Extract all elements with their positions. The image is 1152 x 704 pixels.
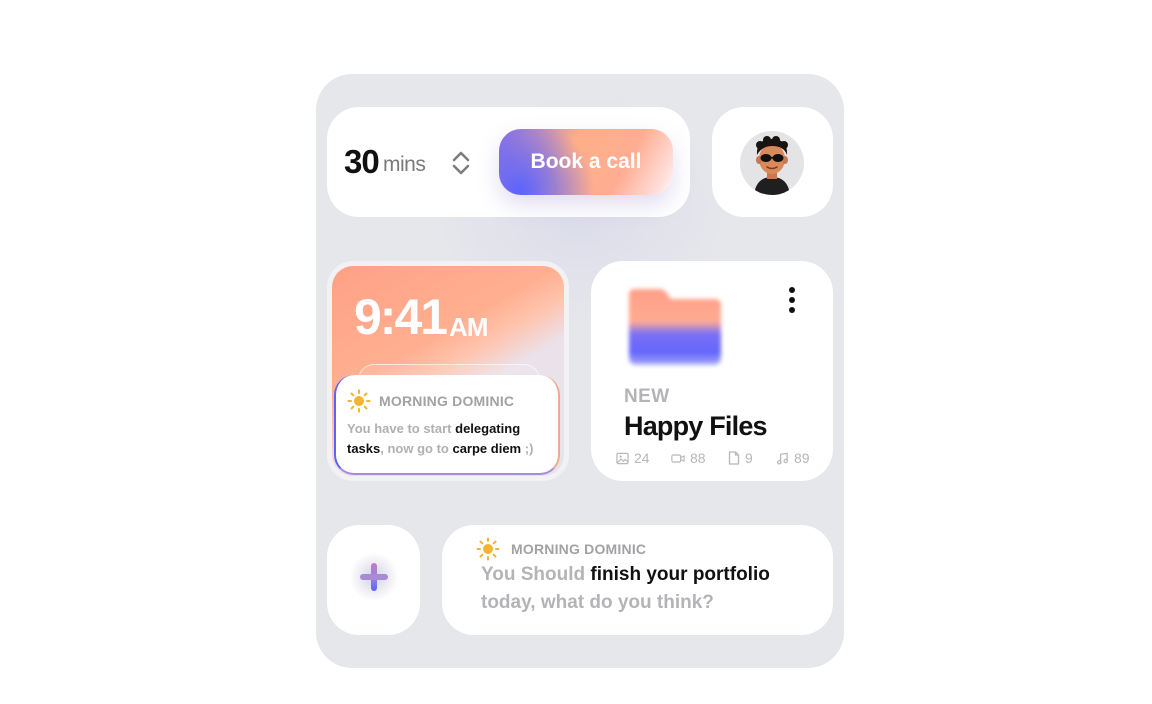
document-icon <box>728 451 740 465</box>
duration-value: 30 <box>344 143 380 180</box>
clock-widget: 9:41 AM MORNING DOMINIC You have to star… <box>327 261 569 481</box>
suggestion-title: MORNING DOMINIC <box>511 541 647 557</box>
sun-icon <box>347 389 371 413</box>
music-icon <box>776 452 789 464</box>
user-avatar-icon[interactable] <box>740 131 804 195</box>
clock-ampm: AM <box>449 312 488 342</box>
duration-stepper-icon[interactable] <box>451 149 471 177</box>
stat-videos: 88 <box>671 450 706 466</box>
book-call-widget: 30 mins Book a call <box>327 107 690 217</box>
video-icon <box>671 453 685 463</box>
clock-face: 9:41 AM MORNING DOMINIC You have to star… <box>332 266 564 476</box>
files-widget[interactable]: NEW Happy Files 24 88 9 89 <box>591 261 833 481</box>
book-call-button[interactable]: Book a call <box>499 129 673 195</box>
clock-time: 9:41 <box>354 289 448 345</box>
files-title: Happy Files <box>624 411 768 441</box>
more-options-icon[interactable] <box>783 287 801 321</box>
reminder-card[interactable]: MORNING DOMINIC You have to start delega… <box>334 375 560 475</box>
stat-documents: 9 <box>728 450 753 466</box>
profile-widget <box>712 107 833 217</box>
files-badge: NEW <box>624 386 670 407</box>
stat-music: 89 <box>776 450 810 466</box>
reminder-title: MORNING DOMINIC <box>379 393 515 409</box>
stat-images: 24 <box>616 450 650 466</box>
folder-icon <box>629 289 721 365</box>
sun-icon <box>476 537 500 561</box>
add-button[interactable] <box>350 553 398 601</box>
suggestion-widget[interactable]: MORNING DOMINIC You Should finish your p… <box>442 525 833 635</box>
suggestion-text: You Should finish your portfolio today, … <box>481 564 770 613</box>
add-widget <box>327 525 420 635</box>
plus-icon <box>360 563 388 591</box>
image-icon <box>616 452 629 464</box>
reminder-text: You have to start delegating tasks, now … <box>347 421 534 456</box>
duration-unit: mins <box>383 153 426 176</box>
